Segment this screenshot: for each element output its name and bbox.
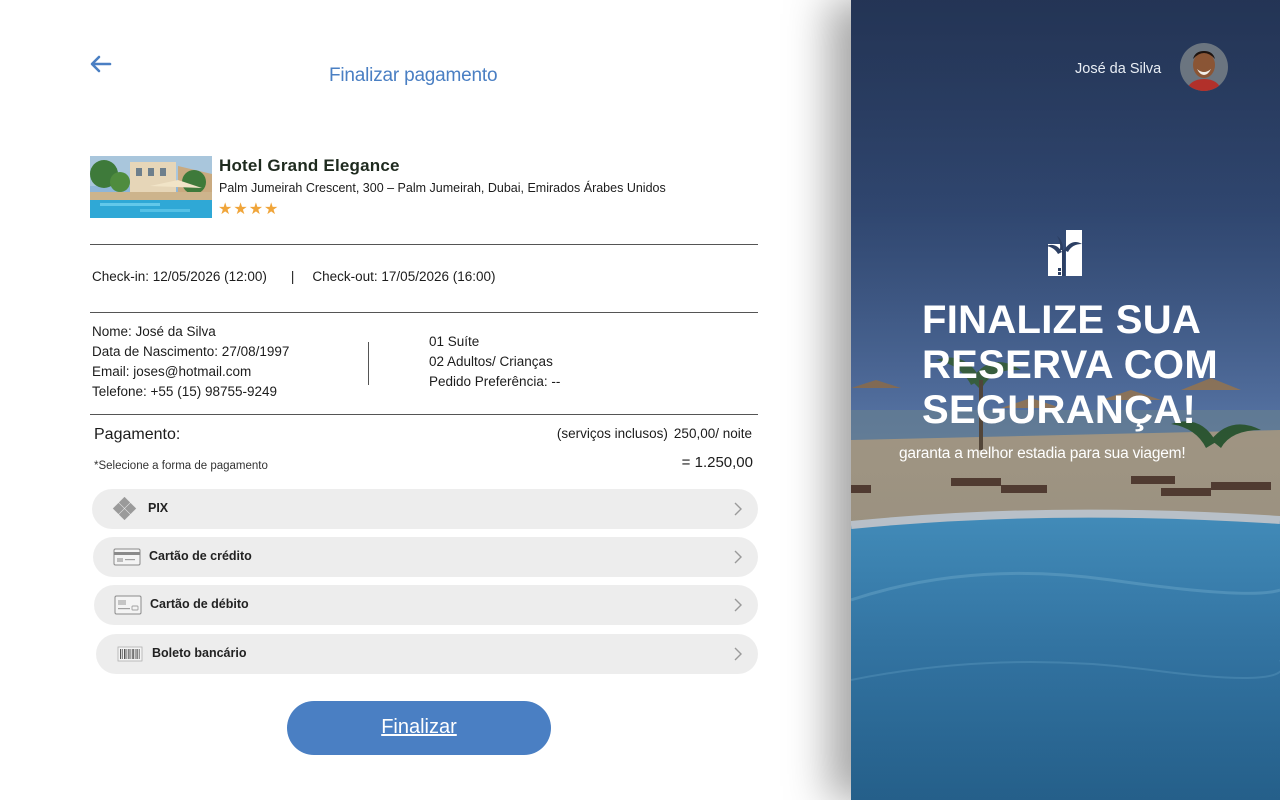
dates-separator: | [290,269,295,284]
debit-card-icon [114,595,142,615]
payment-method-label: Cartão de débito [150,597,249,611]
payment-method-boleto[interactable]: Boleto bancário [96,634,758,674]
hotel-brand-logo-icon [1046,230,1082,276]
checkout-panel: Finalizar pagamento Hotel Grand Elegance… [0,0,851,800]
payment-method-pix[interactable]: PIX [92,489,758,529]
guest-email: Email: joses@hotmail.com [92,364,252,379]
finish-button[interactable]: Finalizar [287,701,551,755]
user-name: José da Silva [1075,61,1162,77]
payment-method-credit-card[interactable]: Cartão de crédito [93,537,758,577]
pix-icon [112,497,137,521]
nightly-rate: 250,00/ noite [673,426,752,441]
promo-headline-line: FINALIZE SUA [922,298,1202,342]
promo-headline-line: SEGURANÇA! [922,388,1197,432]
guest-birthdate: Data de Nascimento: 27/08/1997 [92,344,290,359]
back-arrow-icon[interactable] [88,52,114,76]
payment-total: = 1.250,00 [681,454,753,471]
page-title: Finalizar pagamento [329,65,498,86]
promo-headline-line: RESERVA COM [922,343,1218,387]
guest-details: Nome: José da Silva Data de Nascimento: … [92,322,289,402]
hotel-rating-stars: ★★★★ [218,201,280,218]
stay-dates: Check-in: 12/05/2026 (12:00) | Check-out: … [92,269,496,284]
payment-rate: (serviços inclusos) 250,00/ noite [557,426,752,441]
hotel-address: Palm Jumeirah Crescent, 300 – Palm Jumei… [219,181,666,195]
room-occupants: 02 Adultos/ Crianças [429,354,553,369]
payment-method-label: PIX [148,501,169,515]
chevron-right-icon [734,598,742,612]
guest-name: Nome: José da Silva [92,324,216,339]
divider [90,244,758,245]
payment-method-label: Boleto bancário [152,646,247,660]
vertical-divider [368,342,369,385]
chevron-right-icon [734,647,742,661]
chevron-right-icon [734,502,742,516]
room-details: 01 Suíte 02 Adultos/ Crianças Pedido Pre… [429,332,560,392]
checkin-date: Check-in: 12/05/2026 (12:00) [92,269,267,284]
payment-title: Pagamento: [94,426,181,443]
divider [90,312,758,313]
payment-method-debit-card[interactable]: Cartão de débito [94,585,758,625]
promo-headline: FINALIZE SUA RESERVA COM SEGURANÇA! [922,298,1262,433]
room-preference: Pedido Preferência: -- [429,374,561,389]
hotel-photo [90,156,212,218]
promo-panel: José da Silva FINALIZE SUA RESERVA COM S… [851,0,1280,800]
payment-method-label: Cartão de crédito [149,549,252,563]
avatar[interactable] [1180,43,1228,91]
divider [90,414,758,415]
chevron-right-icon [734,550,742,564]
hotel-summary: Hotel Grand Elegance Palm Jumeirah Cresc… [90,156,758,218]
hotel-name: Hotel Grand Elegance [219,156,400,175]
services-included: (serviços inclusos) [556,426,668,441]
guest-phone: Telefone: +55 (15) 98755-9249 [92,384,278,399]
payment-note: *Selecione a forma de pagamento [94,460,268,472]
room-suite: 01 Suíte [429,334,480,349]
promo-subline: garanta a melhor estadia para sua viagem… [899,445,1186,462]
barcode-icon [117,646,143,662]
checkout-date: Check-out: 17/05/2026 (16:00) [312,269,496,284]
credit-card-icon [113,548,141,566]
